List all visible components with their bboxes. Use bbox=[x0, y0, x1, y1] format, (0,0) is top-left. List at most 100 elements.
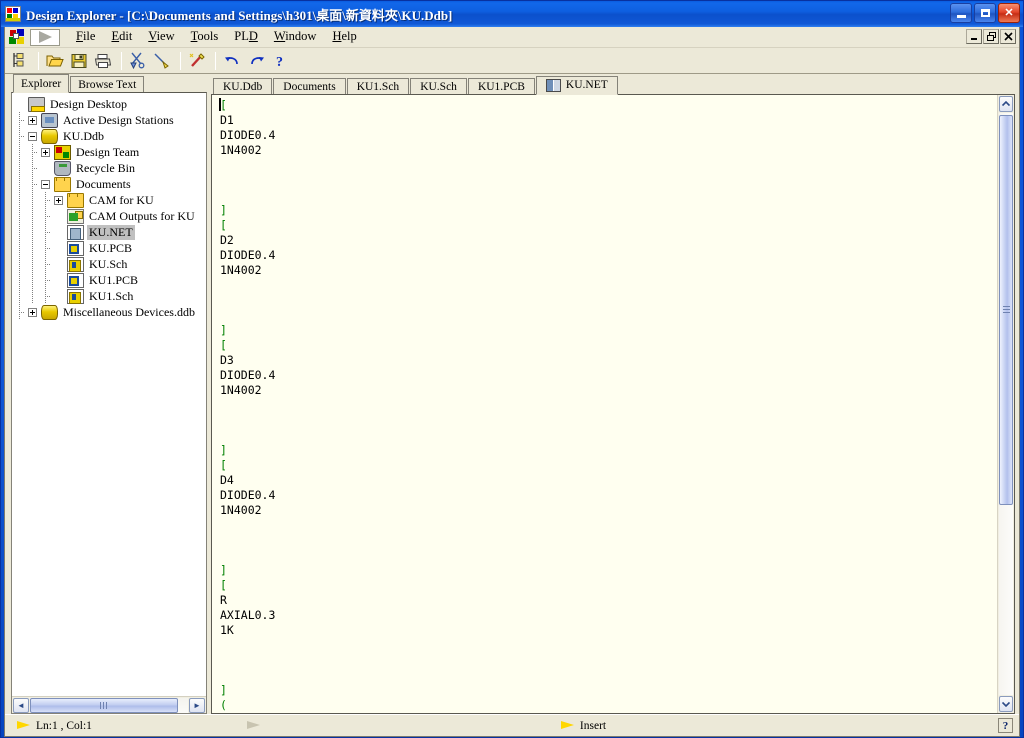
tree-rows-container: Design DesktopActive Design StationsKU.D… bbox=[12, 93, 206, 695]
explorer-panel-icon[interactable] bbox=[9, 50, 31, 72]
tree-indent-guide bbox=[28, 240, 37, 256]
tree-indent-guide bbox=[15, 192, 24, 208]
tree-item-cam-outputs-for-ku[interactable]: CAM Outputs for KU bbox=[15, 208, 206, 224]
document-tab-documents[interactable]: Documents bbox=[273, 78, 345, 95]
tree-item-documents[interactable]: Documents bbox=[15, 176, 206, 192]
editor-line: D4 bbox=[220, 473, 997, 488]
tree-expand-icon[interactable] bbox=[41, 148, 50, 157]
tree-item-ku-net[interactable]: KU.NET bbox=[15, 224, 206, 240]
netlist-text-editor[interactable]: [D1DIODE0.41N4002 ][D2DIODE0.41N4002 ][D… bbox=[212, 95, 997, 713]
document-system-icon[interactable] bbox=[30, 29, 60, 46]
editor-line: DIODE0.4 bbox=[220, 488, 997, 503]
text-editor-frame: [D1DIODE0.41N4002 ][D2DIODE0.41N4002 ][D… bbox=[211, 94, 1015, 714]
tree-item-ku1-sch[interactable]: KU1.Sch bbox=[15, 288, 206, 304]
tree-collapse-icon[interactable] bbox=[41, 180, 50, 189]
editor-line bbox=[220, 173, 997, 188]
tab-explorer[interactable]: Explorer bbox=[13, 74, 69, 93]
tree-item-miscellaneous-devices-ddb[interactable]: Miscellaneous Devices.ddb bbox=[15, 304, 206, 320]
pen-icon[interactable] bbox=[151, 50, 173, 72]
tree-horizontal-scrollbar[interactable]: ◄ ► bbox=[12, 696, 206, 713]
tree-indent-guide bbox=[15, 304, 24, 320]
tree-indent-guide bbox=[28, 144, 37, 160]
open-folder-icon[interactable] bbox=[44, 50, 66, 72]
explorer-tab-strip: Explorer Browse Text bbox=[11, 76, 207, 93]
tree-item-ku1-pcb[interactable]: KU1.PCB bbox=[15, 272, 206, 288]
document-tab-ku-ddb[interactable]: KU.Ddb bbox=[213, 78, 272, 95]
pcb-icon bbox=[67, 241, 84, 256]
book-icon bbox=[546, 79, 561, 92]
editor-line bbox=[220, 398, 997, 413]
tree-item-recycle-bin[interactable]: Recycle Bin bbox=[15, 160, 206, 176]
editor-line bbox=[220, 413, 997, 428]
mdi-close-button[interactable] bbox=[1000, 29, 1016, 44]
mdi-restore-button[interactable] bbox=[983, 29, 999, 44]
menu-window[interactable]: Window bbox=[266, 27, 325, 47]
menu-file[interactable]: File bbox=[68, 27, 103, 47]
tree-collapse-icon[interactable] bbox=[28, 132, 37, 141]
tree-indent-guide bbox=[41, 272, 50, 288]
editor-line: D2 bbox=[220, 233, 997, 248]
menu-edit[interactable]: Edit bbox=[103, 27, 140, 47]
editor-line bbox=[220, 533, 997, 548]
editor-line: ] bbox=[220, 683, 997, 698]
mdi-minimize-button[interactable] bbox=[966, 29, 982, 44]
tree-indent-guide bbox=[15, 144, 24, 160]
help-icon[interactable]: ? bbox=[269, 50, 291, 72]
cut-icon[interactable] bbox=[127, 50, 149, 72]
tree-item-ku-ddb[interactable]: KU.Ddb bbox=[15, 128, 206, 144]
document-tab-ku1-sch[interactable]: KU1.Sch bbox=[347, 78, 410, 95]
menu-view[interactable]: View bbox=[140, 27, 182, 47]
tree-item-label: Miscellaneous Devices.ddb bbox=[61, 305, 197, 320]
menu-file-label: ile bbox=[83, 29, 96, 43]
mdi-window-controls bbox=[966, 29, 1016, 44]
menu-help[interactable]: Help bbox=[324, 27, 364, 47]
tree-indent-guide bbox=[41, 240, 50, 256]
menu-pld[interactable]: PLD bbox=[226, 27, 266, 47]
vscroll-up-arrow-icon[interactable] bbox=[999, 96, 1013, 112]
document-tab-strip: KU.DdbDocumentsKU1.SchKU.SchKU1.PCB KU.NE… bbox=[211, 76, 1015, 95]
tree-item-active-design-stations[interactable]: Active Design Stations bbox=[15, 112, 206, 128]
wand-icon[interactable] bbox=[186, 50, 208, 72]
tree-item-design-team[interactable]: Design Team bbox=[15, 144, 206, 160]
application-window: Design Explorer - [C:\Documents and Sett… bbox=[0, 0, 1024, 738]
tree-item-label: Design Team bbox=[74, 145, 141, 160]
system-menu-icon[interactable] bbox=[8, 28, 28, 47]
document-tab-ku-sch[interactable]: KU.Sch bbox=[410, 78, 467, 95]
hscroll-track[interactable] bbox=[30, 698, 188, 713]
vscroll-thumb[interactable] bbox=[999, 115, 1013, 505]
document-tab-ku-net[interactable]: KU.NET bbox=[536, 76, 618, 95]
minimize-button[interactable] bbox=[950, 3, 972, 23]
print-icon[interactable] bbox=[92, 50, 114, 72]
tree-expand-icon[interactable] bbox=[28, 116, 37, 125]
hscroll-left-arrow-icon[interactable]: ◄ bbox=[13, 698, 29, 713]
undo-icon[interactable] bbox=[221, 50, 243, 72]
document-area: KU.DdbDocumentsKU1.SchKU.SchKU1.PCB KU.NE… bbox=[211, 76, 1015, 714]
tree-item-ku-pcb[interactable]: KU.PCB bbox=[15, 240, 206, 256]
team-icon bbox=[54, 145, 71, 160]
tree-item-ku-sch[interactable]: KU.Sch bbox=[15, 256, 206, 272]
document-tab-label: KU.NET bbox=[566, 77, 608, 94]
redo-icon[interactable] bbox=[245, 50, 267, 72]
document-tab-ku1-pcb[interactable]: KU1.PCB bbox=[468, 78, 535, 95]
vscroll-down-arrow-icon[interactable] bbox=[999, 696, 1013, 712]
tab-browse-text[interactable]: Browse Text bbox=[70, 76, 144, 93]
editor-line: [ bbox=[220, 458, 997, 473]
status-help-button[interactable]: ? bbox=[998, 718, 1013, 733]
editor-line: 1K bbox=[220, 623, 997, 638]
hscroll-right-arrow-icon[interactable]: ► bbox=[189, 698, 205, 713]
tree-item-cam-for-ku[interactable]: CAM for KU bbox=[15, 192, 206, 208]
editor-line bbox=[220, 548, 997, 563]
save-icon[interactable] bbox=[68, 50, 90, 72]
maximize-button[interactable] bbox=[974, 3, 996, 23]
text-caret bbox=[219, 98, 221, 111]
vscroll-track[interactable] bbox=[999, 113, 1013, 695]
editor-vertical-scrollbar[interactable] bbox=[997, 95, 1014, 713]
menu-tools[interactable]: Tools bbox=[183, 27, 227, 47]
tree-expand-icon[interactable] bbox=[54, 196, 63, 205]
close-button[interactable]: ✕ bbox=[998, 3, 1020, 23]
tree-item-design-desktop[interactable]: Design Desktop bbox=[15, 96, 206, 112]
tree-expand-icon[interactable] bbox=[28, 308, 37, 317]
tree-item-label: KU.PCB bbox=[87, 241, 134, 256]
station-icon bbox=[41, 113, 58, 128]
hscroll-thumb[interactable] bbox=[30, 698, 178, 713]
